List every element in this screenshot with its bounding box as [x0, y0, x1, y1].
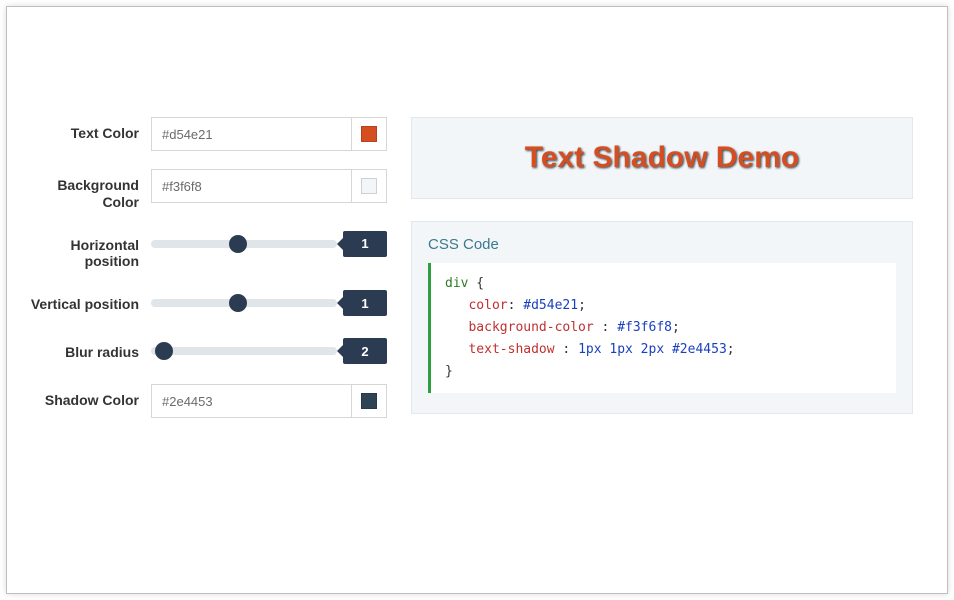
text-color-swatch-button[interactable]: [351, 117, 387, 151]
text-color-swatch: [361, 126, 377, 142]
hpos-row: Horizontal position 1: [27, 229, 387, 271]
shadow-color-row: Shadow Color: [27, 384, 387, 418]
shadow-color-swatch-button[interactable]: [351, 384, 387, 418]
blur-slider-wrap: 2: [151, 336, 387, 366]
hpos-label: Horizontal position: [27, 229, 139, 271]
code-panel: CSS Code div { color: #d54e21; backgroun…: [411, 221, 913, 414]
bg-color-swatch: [361, 178, 377, 194]
vpos-slider[interactable]: [151, 299, 337, 307]
demo-box: Text Shadow Demo: [411, 117, 913, 199]
bg-color-row: Background Color: [27, 169, 387, 211]
hpos-slider-wrap: 1: [151, 229, 387, 259]
text-color-field: [151, 117, 387, 151]
hpos-thumb[interactable]: [229, 235, 247, 253]
app-frame: Text Color Background Color Horizontal p…: [6, 6, 948, 594]
vpos-row: Vertical position 1: [27, 288, 387, 318]
shadow-color-swatch: [361, 393, 377, 409]
text-color-input[interactable]: [151, 117, 351, 151]
demo-text: Text Shadow Demo: [525, 141, 799, 175]
vpos-label: Vertical position: [27, 288, 139, 313]
text-color-row: Text Color: [27, 117, 387, 151]
shadow-color-input[interactable]: [151, 384, 351, 418]
blur-row: Blur radius 2: [27, 336, 387, 366]
hpos-value-badge: 1: [343, 231, 387, 257]
blur-label: Blur radius: [27, 336, 139, 361]
bg-color-field: [151, 169, 387, 203]
code-title: CSS Code: [428, 236, 896, 253]
shadow-color-label: Shadow Color: [27, 384, 139, 409]
code-block: div { color: #d54e21; background-color :…: [428, 263, 896, 393]
vpos-slider-wrap: 1: [151, 288, 387, 318]
bg-color-input[interactable]: [151, 169, 351, 203]
blur-slider[interactable]: [151, 347, 337, 355]
blur-thumb[interactable]: [155, 342, 173, 360]
vpos-value-badge: 1: [343, 290, 387, 316]
preview-panel: Text Shadow Demo CSS Code div { color: #…: [411, 117, 913, 553]
shadow-color-field: [151, 384, 387, 418]
text-color-label: Text Color: [27, 117, 139, 142]
bg-color-swatch-button[interactable]: [351, 169, 387, 203]
controls-panel: Text Color Background Color Horizontal p…: [27, 117, 387, 553]
blur-value-badge: 2: [343, 338, 387, 364]
vpos-thumb[interactable]: [229, 294, 247, 312]
bg-color-label: Background Color: [27, 169, 139, 211]
hpos-slider[interactable]: [151, 240, 337, 248]
